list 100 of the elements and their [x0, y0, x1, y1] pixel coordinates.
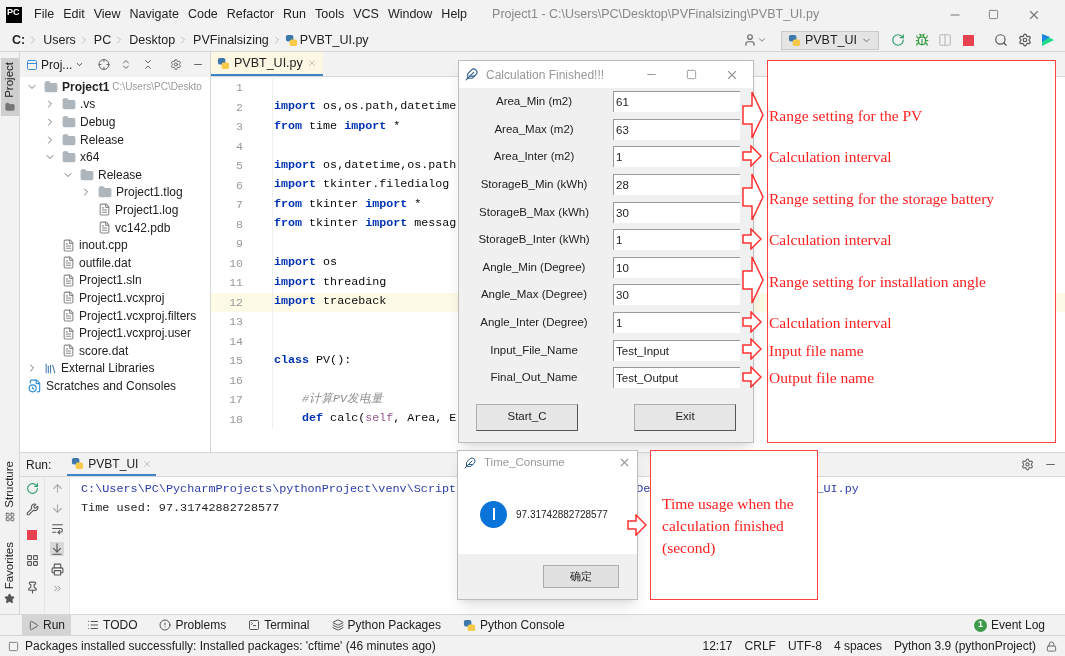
menu-item[interactable]: Help [437, 5, 472, 24]
input-field[interactable]: 30 [613, 201, 740, 223]
maximize-button[interactable] [686, 69, 697, 80]
breadcrumb-item[interactable]: PVBT_UI.py [299, 30, 369, 50]
input-field[interactable]: Test_Input [613, 339, 740, 361]
status-item[interactable]: UTF-8 [787, 637, 822, 655]
menu-item[interactable]: Run [279, 5, 310, 24]
code-line: import os,datetime,os.path [274, 156, 457, 174]
side-tab[interactable]: Structure [0, 457, 19, 526]
dialog-button[interactable]: Exit [634, 403, 736, 431]
menu-item[interactable]: VCS [349, 5, 383, 24]
menu-item[interactable]: Navigate [125, 5, 183, 24]
lock-icon[interactable] [1046, 640, 1057, 652]
input-field[interactable]: 61 [613, 91, 740, 113]
tree-item[interactable]: score.dat [79, 341, 129, 360]
settings-icon[interactable] [170, 58, 183, 71]
status-item[interactable]: Python 3.9 (pythonProject) [893, 637, 1036, 655]
menu-item[interactable]: Window [383, 5, 437, 24]
status-item[interactable]: CRLF [744, 637, 776, 655]
locate-icon[interactable] [98, 58, 111, 71]
file-icon [62, 326, 75, 340]
breadcrumb-item[interactable]: Users [43, 30, 76, 50]
menu-item[interactable]: View [89, 5, 125, 24]
search-icon[interactable] [994, 33, 1008, 47]
toggle-icon[interactable] [8, 640, 19, 652]
close-icon[interactable] [306, 58, 317, 68]
input-field[interactable]: 1 [613, 229, 740, 251]
field-label: Final_Out_Name [489, 370, 579, 386]
more-icon[interactable] [51, 583, 63, 594]
side-tab[interactable]: Favorites [0, 537, 19, 608]
status-item[interactable]: 4 spaces [833, 637, 882, 655]
caret-icon[interactable] [756, 35, 767, 45]
side-tab[interactable]: Project [0, 58, 19, 116]
stop-icon[interactable] [963, 34, 974, 46]
menu-item[interactable]: Edit [59, 5, 89, 24]
tree-item[interactable]: Project1.vcxproj [79, 288, 165, 307]
editor-tab[interactable]: PVBT_UI.py [211, 52, 323, 76]
tree-item[interactable]: Release [98, 165, 143, 184]
breadcrumb-item[interactable]: PVFinalsizing [193, 30, 269, 50]
menu-item[interactable]: File [30, 5, 59, 24]
tree-item[interactable]: Project1.vcxproj.user [79, 324, 192, 343]
field-label: Input_File_Name [489, 342, 579, 358]
close-icon[interactable] [142, 458, 153, 469]
input-field[interactable]: 30 [613, 284, 740, 306]
input-field[interactable]: 63 [613, 118, 740, 140]
close-button[interactable] [618, 456, 631, 469]
tree-item[interactable]: Debug [80, 113, 116, 131]
dialog-button[interactable]: Start_C [476, 403, 578, 431]
tree-item[interactable]: Project1.vcxproj.filters [79, 306, 197, 325]
breadcrumb-item[interactable]: PC [93, 30, 112, 50]
tree-item[interactable]: x64 [80, 148, 100, 167]
menu-item[interactable]: Tools [311, 5, 349, 24]
menu-item[interactable]: Refactor [222, 5, 279, 24]
tree-item[interactable]: inout.cpp [79, 236, 128, 255]
debug-icon[interactable] [915, 33, 929, 47]
logo-icon[interactable] [1041, 33, 1055, 47]
tool-window-tab[interactable]: TODO [81, 615, 144, 635]
layout-icon[interactable] [25, 554, 39, 567]
tool-window-tab[interactable]: Run [22, 615, 71, 635]
breadcrumb-item[interactable]: Desktop [129, 30, 176, 50]
input-field[interactable]: 1 [613, 312, 740, 334]
tree-item[interactable]: vc142.pdb [115, 218, 171, 237]
run-config-dropdown[interactable]: PVBT_UI [780, 30, 879, 50]
maximize-button[interactable] [988, 9, 999, 20]
breadcrumb-item[interactable]: C: [12, 30, 26, 50]
pin-icon[interactable] [25, 581, 39, 594]
tree-item[interactable]: .vs [80, 95, 96, 114]
tree-item[interactable]: Release [80, 130, 125, 149]
tool-window-tab[interactable]: Python Packages [325, 615, 447, 635]
menu-item[interactable]: Code [183, 5, 222, 24]
line-number: 2 [235, 99, 244, 116]
scroll-to-end-icon[interactable] [50, 542, 64, 556]
down-arrow-icon[interactable] [50, 502, 64, 515]
tree-item[interactable]: Scratches and Consoles [46, 376, 177, 395]
up-arrow-icon[interactable] [50, 482, 64, 495]
print-icon[interactable] [50, 563, 64, 576]
tree-item[interactable]: outfile.dat [79, 253, 132, 272]
tree-item[interactable]: Project1.log [115, 200, 179, 219]
tool-window-tab[interactable]: Python Console [456, 615, 571, 635]
input-field[interactable]: 10 [613, 256, 740, 278]
status-item[interactable]: 12:17 [702, 637, 733, 655]
tool-window-tab[interactable]: Terminal [242, 615, 316, 635]
ok-button[interactable]: 确定 [543, 565, 619, 588]
rerun-icon[interactable] [25, 482, 39, 495]
tree-item[interactable]: Project1 [62, 77, 110, 96]
settings-icon[interactable] [1021, 458, 1034, 471]
console-tab[interactable]: PVBT_UI [67, 453, 157, 476]
settings-icon[interactable] [1018, 33, 1032, 47]
rerun-icon[interactable] [891, 33, 905, 47]
input-field[interactable]: Test_Output [613, 367, 740, 389]
input-field[interactable]: 1 [613, 146, 740, 168]
event-log-tab[interactable]: Event Log [990, 616, 1045, 634]
soft-wrap-icon[interactable] [50, 522, 64, 535]
user-icon[interactable] [742, 33, 757, 47]
wrench-icon[interactable] [25, 503, 39, 516]
tree-item[interactable]: Project1.sln [79, 271, 142, 290]
input-field[interactable]: 28 [613, 174, 740, 196]
tree-item[interactable]: External Libraries [61, 359, 155, 378]
tool-window-tab[interactable]: Problems [153, 615, 233, 635]
tree-item[interactable]: Project1.tlog [116, 183, 183, 202]
